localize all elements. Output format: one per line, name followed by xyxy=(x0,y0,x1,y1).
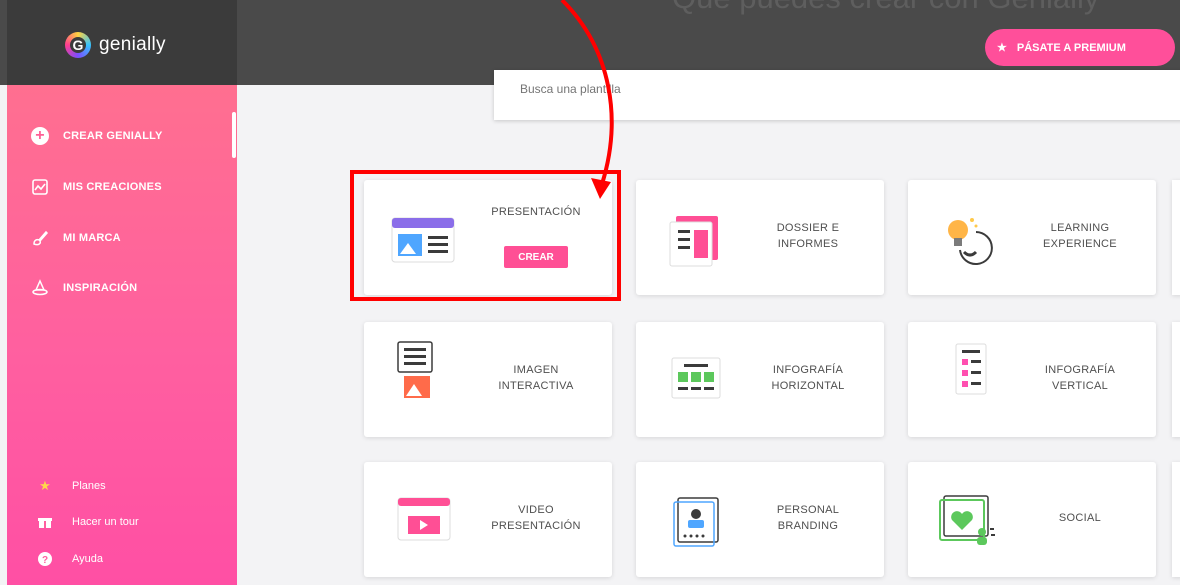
highlight-box xyxy=(350,170,621,301)
sidebar-item-planes[interactable]: ★ Planes xyxy=(38,478,106,493)
sidebar: + CREAR GENIALLY MIS CREACIONES MI MARCA… xyxy=(7,85,237,585)
sidebar-item-tour[interactable]: Hacer un tour xyxy=(38,515,139,529)
card-label: INFOGRAFÍA xyxy=(1044,364,1116,376)
sidebar-item-label: MIS CREACIONES xyxy=(63,181,162,193)
search-bar xyxy=(494,70,1180,120)
plus-circle-icon: + xyxy=(31,127,49,145)
gift-icon xyxy=(38,515,52,529)
card-infografia-horizontal[interactable]: INFOGRAFÍA HORIZONTAL xyxy=(636,322,884,437)
sidebar-item-mi-marca[interactable]: MI MARCA xyxy=(31,229,121,247)
horizontal-infographic-icon xyxy=(671,357,721,399)
card-label: HORIZONTAL xyxy=(771,380,845,392)
card-learning[interactable]: LEARNING EXPERIENCE xyxy=(908,180,1156,295)
card-infografia-vertical[interactable]: INFOGRAFÍA VERTICAL xyxy=(908,322,1156,437)
hat-icon xyxy=(31,279,49,297)
card-imagen-interactiva[interactable]: IMAGEN INTERACTIVA xyxy=(364,322,612,437)
premium-button[interactable]: ★ PÁSATE A PREMIUM xyxy=(985,29,1175,66)
vertical-infographic-icon xyxy=(955,343,987,395)
search-input[interactable] xyxy=(520,82,920,96)
personal-branding-icon xyxy=(673,497,719,547)
card-label: PRESENTACIÓN xyxy=(491,520,581,532)
interactive-image-icon xyxy=(397,341,433,398)
social-icon xyxy=(939,495,995,545)
premium-label: PÁSATE A PREMIUM xyxy=(1016,41,1126,54)
card-label: INFORMES xyxy=(777,238,839,250)
sidebar-item-crear-genially[interactable]: + CREAR GENIALLY xyxy=(31,127,163,145)
dossier-icon xyxy=(669,216,718,267)
star-icon: ★ xyxy=(997,42,1007,54)
brand-name: genially xyxy=(99,34,166,55)
page-heading: Qué puedes crear con Genially xyxy=(672,0,1099,16)
card-label: VERTICAL xyxy=(1052,380,1108,392)
card-label: EXPERIENCE xyxy=(1043,238,1117,250)
card-label: BRANDING xyxy=(777,520,839,532)
brand-area: G genially xyxy=(7,0,237,85)
sidebar-item-label: Hacer un tour xyxy=(72,516,139,528)
card-partial xyxy=(1172,180,1180,295)
sidebar-item-inspiracion[interactable]: INSPIRACIÓN xyxy=(31,279,137,297)
lightbulb-icon xyxy=(948,218,993,265)
brush-icon xyxy=(31,229,49,247)
star-icon: ★ xyxy=(39,478,51,493)
card-label: PERSONAL xyxy=(776,504,840,516)
active-indicator xyxy=(232,112,236,158)
help-icon: ? xyxy=(38,552,52,566)
card-label: VIDEO xyxy=(518,504,554,516)
sidebar-item-label: Ayuda xyxy=(72,553,103,565)
sidebar-item-label: MI MARCA xyxy=(63,232,121,244)
sidebar-item-label: CREAR GENIALLY xyxy=(63,130,163,142)
card-label: INTERACTIVA xyxy=(498,380,574,392)
card-partial xyxy=(1172,462,1180,577)
genially-logo-icon: G xyxy=(65,32,91,58)
genially-logo[interactable]: G genially xyxy=(65,32,166,58)
card-social[interactable]: SOCIAL xyxy=(908,462,1156,577)
card-personal-branding[interactable]: PERSONAL BRANDING xyxy=(636,462,884,577)
sidebar-item-ayuda[interactable]: ? Ayuda xyxy=(38,552,103,566)
card-partial xyxy=(1172,322,1180,437)
card-dossier[interactable]: DOSSIER E INFORMES xyxy=(636,180,884,295)
chart-icon xyxy=(31,178,49,196)
card-label: IMAGEN xyxy=(513,364,559,376)
card-label: INFOGRAFÍA xyxy=(772,364,844,376)
card-video-presentacion[interactable]: VIDEO PRESENTACIÓN xyxy=(364,462,612,577)
sidebar-item-mis-creaciones[interactable]: MIS CREACIONES xyxy=(31,178,162,196)
video-icon xyxy=(397,497,451,541)
card-label: LEARNING xyxy=(1050,222,1110,234)
sidebar-item-label: INSPIRACIÓN xyxy=(63,282,138,294)
card-label: SOCIAL xyxy=(1058,512,1102,524)
svg-text:?: ? xyxy=(42,555,48,566)
card-label: DOSSIER E xyxy=(776,222,840,234)
sidebar-item-label: Planes xyxy=(72,480,106,492)
